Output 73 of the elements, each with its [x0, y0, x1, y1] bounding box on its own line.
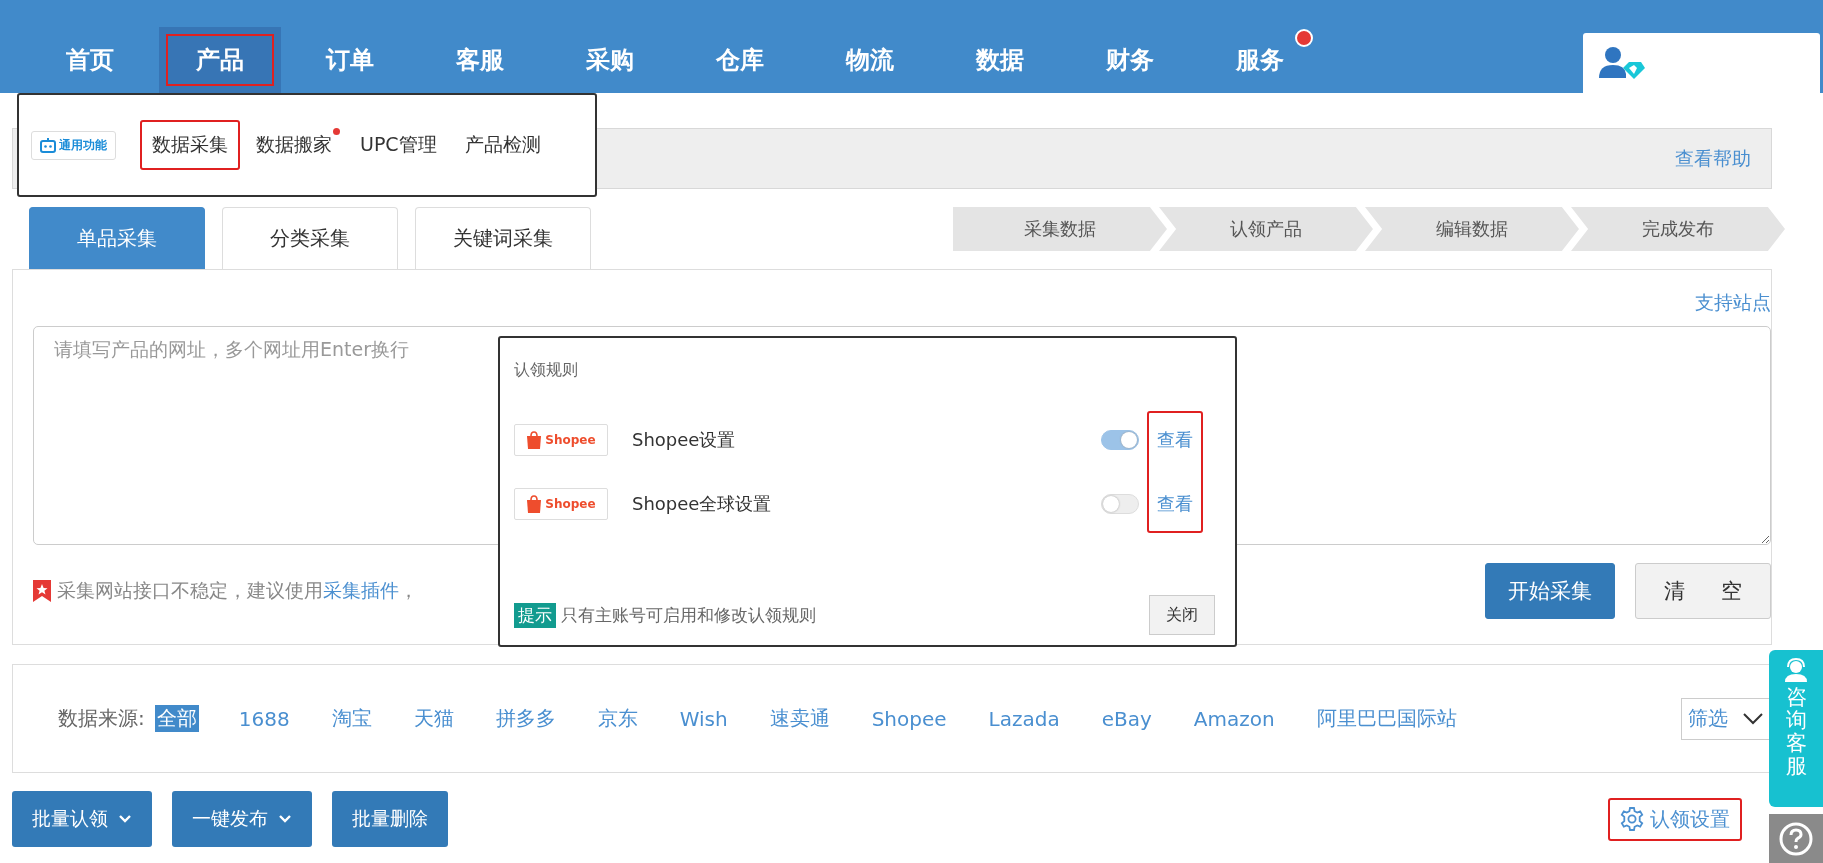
- source-option[interactable]: 速卖通: [767, 705, 832, 732]
- robot-icon: [40, 137, 56, 153]
- chevron-down-icon: [278, 814, 292, 824]
- popup-title: 认领规则: [514, 360, 579, 381]
- nav-item[interactable]: 订单: [285, 27, 415, 93]
- source-option[interactable]: 全部: [154, 705, 199, 732]
- submenu-item[interactable]: 数据采集: [140, 120, 240, 170]
- progress-step: 认领产品: [1159, 207, 1373, 251]
- nav-item[interactable]: 采购: [545, 27, 675, 93]
- action-button[interactable]: 一键发布: [172, 791, 312, 847]
- tip-text: 只有主账号可启用和修改认领规则: [561, 603, 816, 627]
- submenu-item[interactable]: UPC管理: [348, 120, 449, 170]
- nav-item[interactable]: 财务: [1065, 27, 1195, 93]
- toggle-switch[interactable]: [1101, 430, 1139, 450]
- notice-text: 采集网站接口不稳定，建议使用采集插件，: [57, 578, 418, 604]
- shopping-bag-icon: [526, 495, 543, 513]
- submenu-item[interactable]: 数据搬家: [244, 120, 344, 170]
- source-option[interactable]: Amazon: [1191, 706, 1277, 731]
- source-option[interactable]: 1688: [236, 706, 292, 731]
- source-option[interactable]: 天猫: [411, 705, 456, 732]
- nav-item[interactable]: 仓库: [675, 27, 805, 93]
- nav-item[interactable]: 首页: [25, 27, 155, 93]
- view-link[interactable]: 查看: [1157, 423, 1193, 457]
- rule-name: Shopee设置: [632, 428, 736, 452]
- progress-step: 编辑数据: [1365, 207, 1579, 251]
- submenu-item[interactable]: 产品检测: [452, 120, 553, 170]
- progress-step: 采集数据: [953, 207, 1167, 251]
- start-button[interactable]: 开始采集: [1485, 563, 1615, 619]
- action-button[interactable]: 批量删除: [332, 791, 448, 847]
- nav-item[interactable]: 物流: [805, 27, 935, 93]
- star-bookmark-icon: [33, 580, 51, 602]
- source-option[interactable]: 阿里巴巴国际站: [1314, 705, 1459, 732]
- source-option[interactable]: 拼多多: [493, 705, 558, 732]
- source-option[interactable]: Lazada: [986, 706, 1062, 731]
- source-option[interactable]: 京东: [595, 705, 640, 732]
- close-button[interactable]: 关闭: [1149, 595, 1215, 635]
- rule-name: Shopee全球设置: [632, 492, 772, 516]
- nav-item[interactable]: 客服: [415, 27, 545, 93]
- supported-sites-link[interactable]: 支持站点: [1695, 290, 1771, 316]
- progress-step: 完成发布: [1571, 207, 1785, 251]
- filter-dropdown[interactable]: 筛选: [1681, 697, 1771, 740]
- source-option[interactable]: Wish: [677, 706, 730, 731]
- clear-button[interactable]: 清 空: [1635, 563, 1771, 619]
- help-link[interactable]: 查看帮助: [1675, 145, 1751, 172]
- source-label: 数据来源:: [58, 705, 145, 732]
- badge-label: 通用功能: [59, 136, 107, 154]
- claim-settings-link[interactable]: 认领设置: [1608, 797, 1742, 841]
- settings-icon: [1620, 807, 1644, 831]
- plugin-link[interactable]: 采集插件: [323, 578, 399, 604]
- chevron-down-icon: [118, 814, 132, 824]
- toggle-switch[interactable]: [1101, 494, 1139, 514]
- source-option[interactable]: eBay: [1099, 706, 1154, 731]
- user-tab[interactable]: [1583, 33, 1820, 93]
- action-button[interactable]: 批量认领: [12, 791, 152, 847]
- nav-item[interactable]: 服务: [1195, 27, 1325, 93]
- nav-item[interactable]: 产品: [159, 27, 281, 93]
- help-tab[interactable]: [1769, 814, 1823, 863]
- user-diamond-icon: [1599, 46, 1645, 80]
- tab[interactable]: 关键词采集: [415, 207, 591, 269]
- view-link[interactable]: 查看: [1157, 487, 1193, 521]
- question-icon: [1779, 821, 1813, 856]
- logo-text: Shopee: [545, 497, 596, 511]
- customer-service-tab[interactable]: 咨询客服: [1769, 650, 1823, 807]
- chevron-down-icon: [1742, 711, 1764, 726]
- shopping-bag-icon: [526, 431, 543, 449]
- tip-tag: 提示: [514, 602, 556, 628]
- tab[interactable]: 单品采集: [29, 207, 205, 269]
- source-option[interactable]: 淘宝: [329, 705, 374, 732]
- nav-item[interactable]: 数据: [935, 27, 1065, 93]
- tab[interactable]: 分类采集: [222, 207, 398, 269]
- source-option[interactable]: Shopee: [869, 706, 949, 731]
- logo-text: Shopee: [545, 433, 596, 447]
- headset-user-icon: [1783, 658, 1809, 682]
